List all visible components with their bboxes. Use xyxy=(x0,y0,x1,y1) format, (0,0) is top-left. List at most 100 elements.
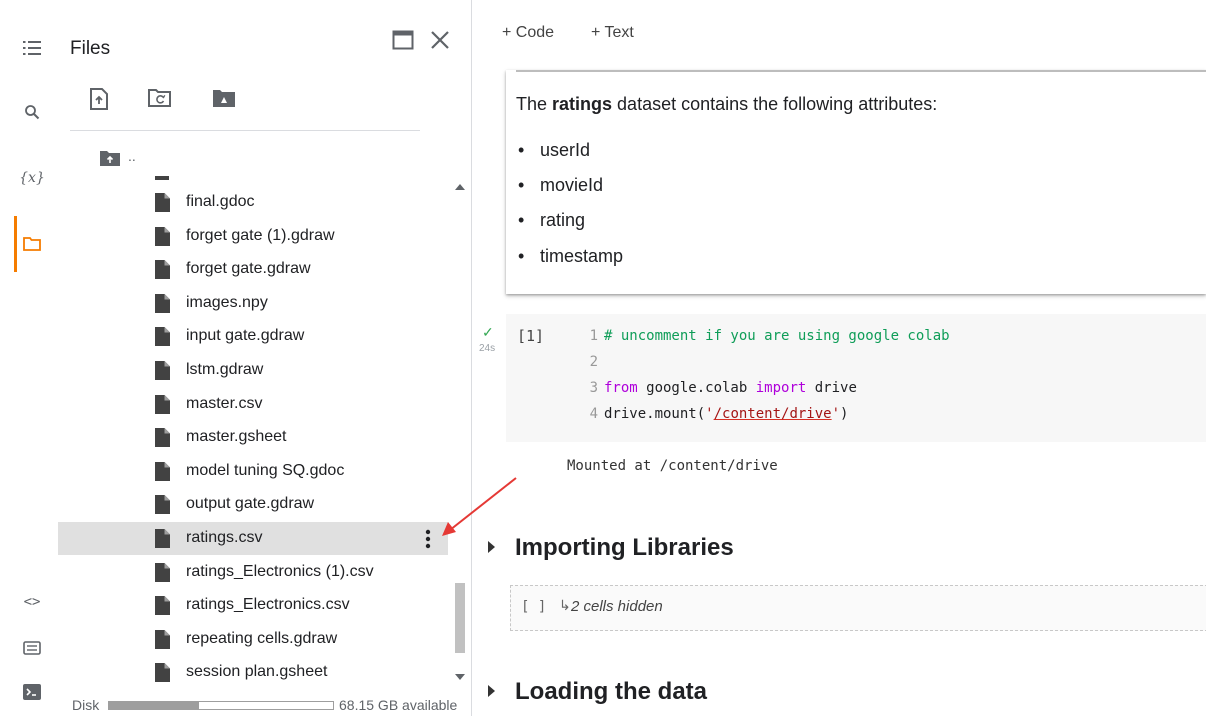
run-time: 24s xyxy=(479,343,496,354)
file-name: ratings.csv xyxy=(186,529,263,546)
file-icon xyxy=(155,361,170,380)
file-row[interactable]: session plan.gsheet xyxy=(58,656,448,689)
file-icon xyxy=(155,495,170,515)
add-text-button[interactable]: + Text xyxy=(591,24,634,42)
hidden-cell-brackets: [ ] xyxy=(521,599,547,615)
file-icon xyxy=(155,193,170,212)
panel-divider[interactable] xyxy=(471,0,472,716)
file-name: forget gate (1).gdraw xyxy=(186,226,335,244)
markdown-cell[interactable]: The ratings dataset contains the followi… xyxy=(506,70,1206,294)
file-row[interactable]: ratings_Electronics.csv xyxy=(58,589,448,622)
file-icon xyxy=(155,260,170,280)
file-row[interactable]: forget gate.gdraw xyxy=(58,253,448,286)
file-icon xyxy=(155,226,170,246)
collapse-caret-icon[interactable] xyxy=(488,541,495,553)
add-code-button[interactable]: + Code xyxy=(502,24,554,42)
hidden-cells-placeholder[interactable]: [ ] ↳ 2 cells hidden xyxy=(510,585,1206,631)
command-palette-icon[interactable] xyxy=(20,636,44,660)
file-icon xyxy=(155,529,170,548)
activity-rail: {x} <> xyxy=(0,0,58,716)
file-row[interactable]: forget gate (1).gdraw xyxy=(58,220,448,253)
collapse-caret-icon[interactable] xyxy=(488,685,495,697)
disk-usage-fill xyxy=(109,702,199,709)
parent-folder-label: .. xyxy=(128,148,136,164)
file-name: session plan.gsheet xyxy=(186,663,328,681)
active-indicator xyxy=(14,216,17,272)
disk-usage-bar xyxy=(108,701,334,710)
file-icon xyxy=(155,562,170,582)
code-line: 2 xyxy=(589,354,598,370)
file-icon xyxy=(155,596,170,616)
file-row[interactable]: repeating cells.gdraw xyxy=(58,623,448,656)
disk-label: Disk xyxy=(72,697,100,713)
code-line: 3 from google.colab import drive xyxy=(589,380,857,396)
attribute-item: movieId xyxy=(518,175,603,196)
file-row[interactable]: lstm.gdraw xyxy=(58,354,448,387)
file-icon xyxy=(155,428,170,448)
file-icon xyxy=(155,461,170,481)
file-icon xyxy=(155,327,170,347)
partial-file-icon xyxy=(155,176,169,180)
search-icon[interactable] xyxy=(20,100,44,124)
more-options-icon[interactable] xyxy=(422,528,434,550)
scroll-down-arrow-icon[interactable] xyxy=(455,674,465,680)
file-name: repeating cells.gdraw xyxy=(186,629,338,647)
scroll-up-arrow-icon[interactable] xyxy=(455,184,465,190)
file-icon xyxy=(155,663,170,683)
open-in-tab-icon[interactable] xyxy=(392,30,414,55)
file-icon xyxy=(155,629,170,649)
file-name: final.gdoc xyxy=(186,193,255,210)
dataset-description: The ratings dataset contains the followi… xyxy=(516,94,938,114)
run-success-check-icon: ✓ xyxy=(482,324,494,340)
file-list-scrollbar[interactable] xyxy=(451,180,469,680)
file-name: ratings_Electronics.csv xyxy=(186,596,350,614)
files-panel: Files .. final.gdoc forget gate (1).gdraw… xyxy=(58,0,472,716)
section-title: Loading the data xyxy=(515,678,707,705)
file-row[interactable]: ratings.csv xyxy=(58,522,448,555)
scroll-thumb[interactable] xyxy=(455,583,465,653)
file-row[interactable]: ratings_Electronics (1).csv xyxy=(58,556,448,589)
file-name: master.gsheet xyxy=(186,428,287,446)
file-name: input gate.gdraw xyxy=(186,327,305,345)
code-snippets-icon[interactable]: <> xyxy=(20,590,44,614)
notebook-toolbar: + Code + Text xyxy=(472,0,1206,64)
file-row[interactable]: output gate.gdraw xyxy=(58,488,448,521)
close-icon[interactable] xyxy=(430,30,450,55)
hidden-cells-arrow-icon: ↳ xyxy=(559,597,571,613)
attribute-item: timestamp xyxy=(518,246,623,267)
attribute-item: userId xyxy=(518,140,590,161)
mount-drive-icon[interactable] xyxy=(212,88,236,113)
disk-available: 68.15 GB available xyxy=(339,697,458,713)
file-name: master.csv xyxy=(186,394,263,412)
file-row[interactable]: master.csv xyxy=(58,388,448,421)
file-name: output gate.gdraw xyxy=(186,495,315,513)
execution-count[interactable]: [1] xyxy=(517,327,544,345)
cell-output: Mounted at /content/drive xyxy=(567,458,778,474)
folder-up-icon xyxy=(100,151,120,166)
variables-icon[interactable]: {x} xyxy=(19,166,45,190)
cell-top-border xyxy=(516,70,1206,72)
file-name: ratings_Electronics (1).csv xyxy=(186,562,374,580)
file-row[interactable]: master.gsheet xyxy=(58,421,448,454)
file-name: forget gate.gdraw xyxy=(186,260,311,278)
annotation-arrow-icon xyxy=(442,477,517,536)
file-name: model tuning SQ.gdoc xyxy=(186,461,345,479)
dataset-name: ratings xyxy=(552,94,613,114)
file-row[interactable]: final.gdoc xyxy=(58,186,448,219)
table-of-contents-icon[interactable] xyxy=(20,36,44,60)
file-name: images.npy xyxy=(186,293,268,311)
terminal-icon[interactable] xyxy=(20,680,44,704)
file-name: lstm.gdraw xyxy=(186,361,264,378)
code-line: 1 # uncomment if you are using google col… xyxy=(589,328,950,344)
file-row[interactable]: images.npy xyxy=(58,287,448,320)
toolbar-divider xyxy=(70,130,420,131)
upload-icon[interactable] xyxy=(90,88,108,115)
parent-folder-row[interactable]: .. xyxy=(100,148,136,171)
file-icon xyxy=(155,394,170,414)
section-title: Importing Libraries xyxy=(515,534,734,561)
file-row[interactable]: model tuning SQ.gdoc xyxy=(58,455,448,488)
files-folder-icon[interactable] xyxy=(20,232,44,256)
file-row[interactable]: input gate.gdraw xyxy=(58,320,448,353)
hidden-cells-label: 2 cells hidden xyxy=(571,598,663,615)
refresh-folder-icon[interactable] xyxy=(148,88,172,113)
